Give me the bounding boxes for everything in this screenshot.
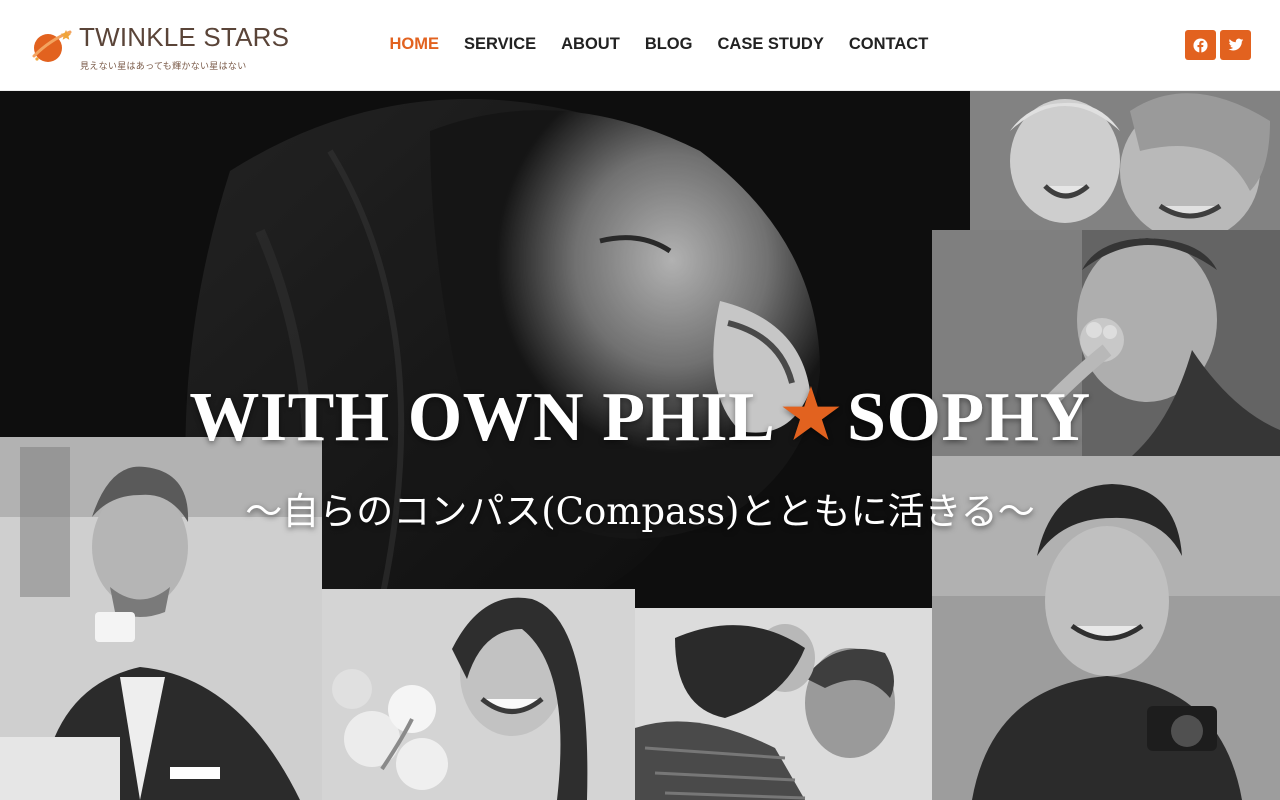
- main-navigation: HOME SERVICE ABOUT BLOG CASE STUDY CONTA…: [377, 33, 941, 59]
- hero-title: WITH OWN PHIL★SOPHY: [0, 376, 1280, 458]
- hero-photo-mother-child: [970, 91, 1280, 230]
- nav-item-contact[interactable]: CONTACT: [836, 33, 940, 59]
- facebook-icon: [1193, 37, 1208, 53]
- hero-title-after: SOPHY: [847, 379, 1091, 456]
- hero-subtitle: 〜自らのコンパス(Compass)とともに活きる〜: [245, 490, 1035, 533]
- nav-item-about[interactable]: ABOUT: [549, 33, 633, 59]
- hero-photo-woman-flowers: [322, 589, 635, 800]
- logo-title: TWINKLE STARS: [79, 22, 290, 52]
- social-links: [1185, 30, 1251, 60]
- hero-title-before: WITH OWN PHIL: [189, 379, 776, 456]
- hero-photo-father-child: [635, 608, 932, 800]
- site-logo[interactable]: TWINKLE STARS 見えない星はあっても輝かない星はない: [30, 22, 290, 74]
- nav-item-case-study[interactable]: CASE STUDY: [705, 33, 836, 59]
- hero-section: WITH OWN PHIL★SOPHY 〜自らのコンパス(Compass)ととも…: [0, 91, 1280, 800]
- nav-item-home[interactable]: HOME: [377, 33, 452, 59]
- nav-item-service[interactable]: SERVICE: [452, 33, 549, 59]
- logo-planet-icon: [30, 26, 74, 66]
- site-header: TWINKLE STARS 見えない星はあっても輝かない星はない HOME SE…: [0, 0, 1280, 91]
- logo-tagline: 見えない星はあっても輝かない星はない: [80, 62, 247, 72]
- facebook-button[interactable]: [1185, 30, 1216, 60]
- twitter-button[interactable]: [1220, 30, 1251, 60]
- nav-item-blog[interactable]: BLOG: [632, 33, 705, 59]
- hero-title-star-icon: ★: [781, 379, 842, 452]
- twitter-icon: [1228, 38, 1243, 51]
